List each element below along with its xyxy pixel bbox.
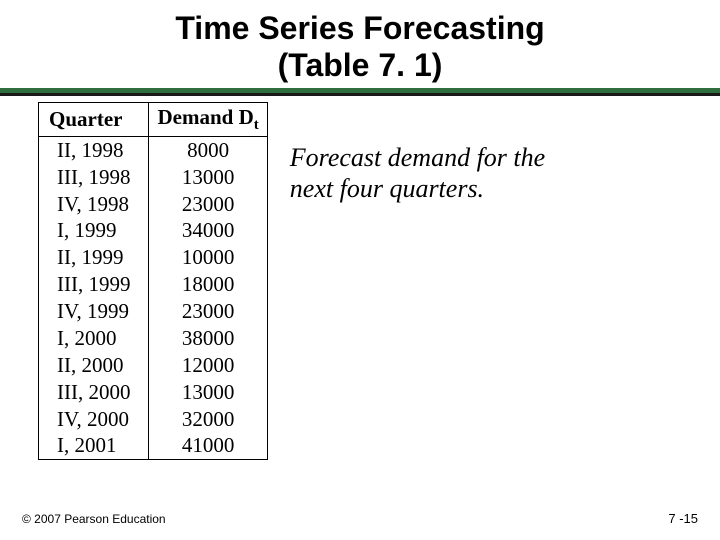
table-row: III, 199813000 (39, 164, 268, 191)
cell-demand: 13000 (149, 164, 267, 191)
table-row: IV, 200032000 (39, 406, 268, 433)
table-header-row: Quarter Demand Dt (39, 102, 268, 136)
slide-title-block: Time Series Forecasting (Table 7. 1) (0, 0, 720, 84)
table-row: II, 199910000 (39, 244, 268, 271)
header-demand-sub: t (254, 117, 259, 133)
table-row: I, 199934000 (39, 217, 268, 244)
title-line-1: Time Series Forecasting (0, 10, 720, 47)
underline-shadow (0, 93, 720, 96)
cell-demand: 34000 (149, 217, 267, 244)
cell-quarter: IV, 2000 (39, 406, 149, 433)
cell-quarter: II, 1999 (39, 244, 149, 271)
table-row: II, 19988000 (39, 136, 268, 163)
cell-demand: 32000 (149, 406, 267, 433)
header-quarter: Quarter (39, 102, 149, 136)
cell-demand: 41000 (149, 432, 267, 459)
table-row: I, 200038000 (39, 325, 268, 352)
cell-quarter: I, 1999 (39, 217, 149, 244)
footer-page-number: 7 -15 (668, 511, 698, 526)
cell-quarter: IV, 1999 (39, 298, 149, 325)
cell-quarter: II, 1998 (39, 136, 149, 163)
table-row: I, 200141000 (39, 432, 268, 459)
cell-demand: 23000 (149, 298, 267, 325)
table-body: II, 19988000 III, 199813000 IV, 19982300… (39, 136, 268, 460)
footer-copyright: © 2007 Pearson Education (22, 512, 166, 526)
caption-text: Forecast demand for the next four quarte… (268, 102, 598, 461)
cell-demand: 23000 (149, 191, 267, 218)
table-row: III, 199918000 (39, 271, 268, 298)
demand-table: Quarter Demand Dt II, 19988000 III, 1998… (38, 102, 268, 461)
title-line-2: (Table 7. 1) (0, 47, 720, 84)
cell-quarter: III, 1999 (39, 271, 149, 298)
table-row: III, 200013000 (39, 379, 268, 406)
cell-quarter: II, 2000 (39, 352, 149, 379)
cell-demand: 38000 (149, 325, 267, 352)
cell-quarter: III, 1998 (39, 164, 149, 191)
content-area: Quarter Demand Dt II, 19988000 III, 1998… (0, 96, 720, 461)
title-underline (0, 88, 720, 96)
table-row: II, 200012000 (39, 352, 268, 379)
cell-demand: 12000 (149, 352, 267, 379)
table-row: IV, 199823000 (39, 191, 268, 218)
cell-quarter: I, 2000 (39, 325, 149, 352)
header-demand-prefix: Demand D (157, 105, 253, 129)
cell-quarter: III, 2000 (39, 379, 149, 406)
cell-demand: 13000 (149, 379, 267, 406)
table-row: IV, 199923000 (39, 298, 268, 325)
cell-demand: 18000 (149, 271, 267, 298)
cell-quarter: IV, 1998 (39, 191, 149, 218)
cell-quarter: I, 2001 (39, 432, 149, 459)
cell-demand: 10000 (149, 244, 267, 271)
cell-demand: 8000 (149, 136, 267, 163)
header-demand: Demand Dt (149, 102, 267, 136)
